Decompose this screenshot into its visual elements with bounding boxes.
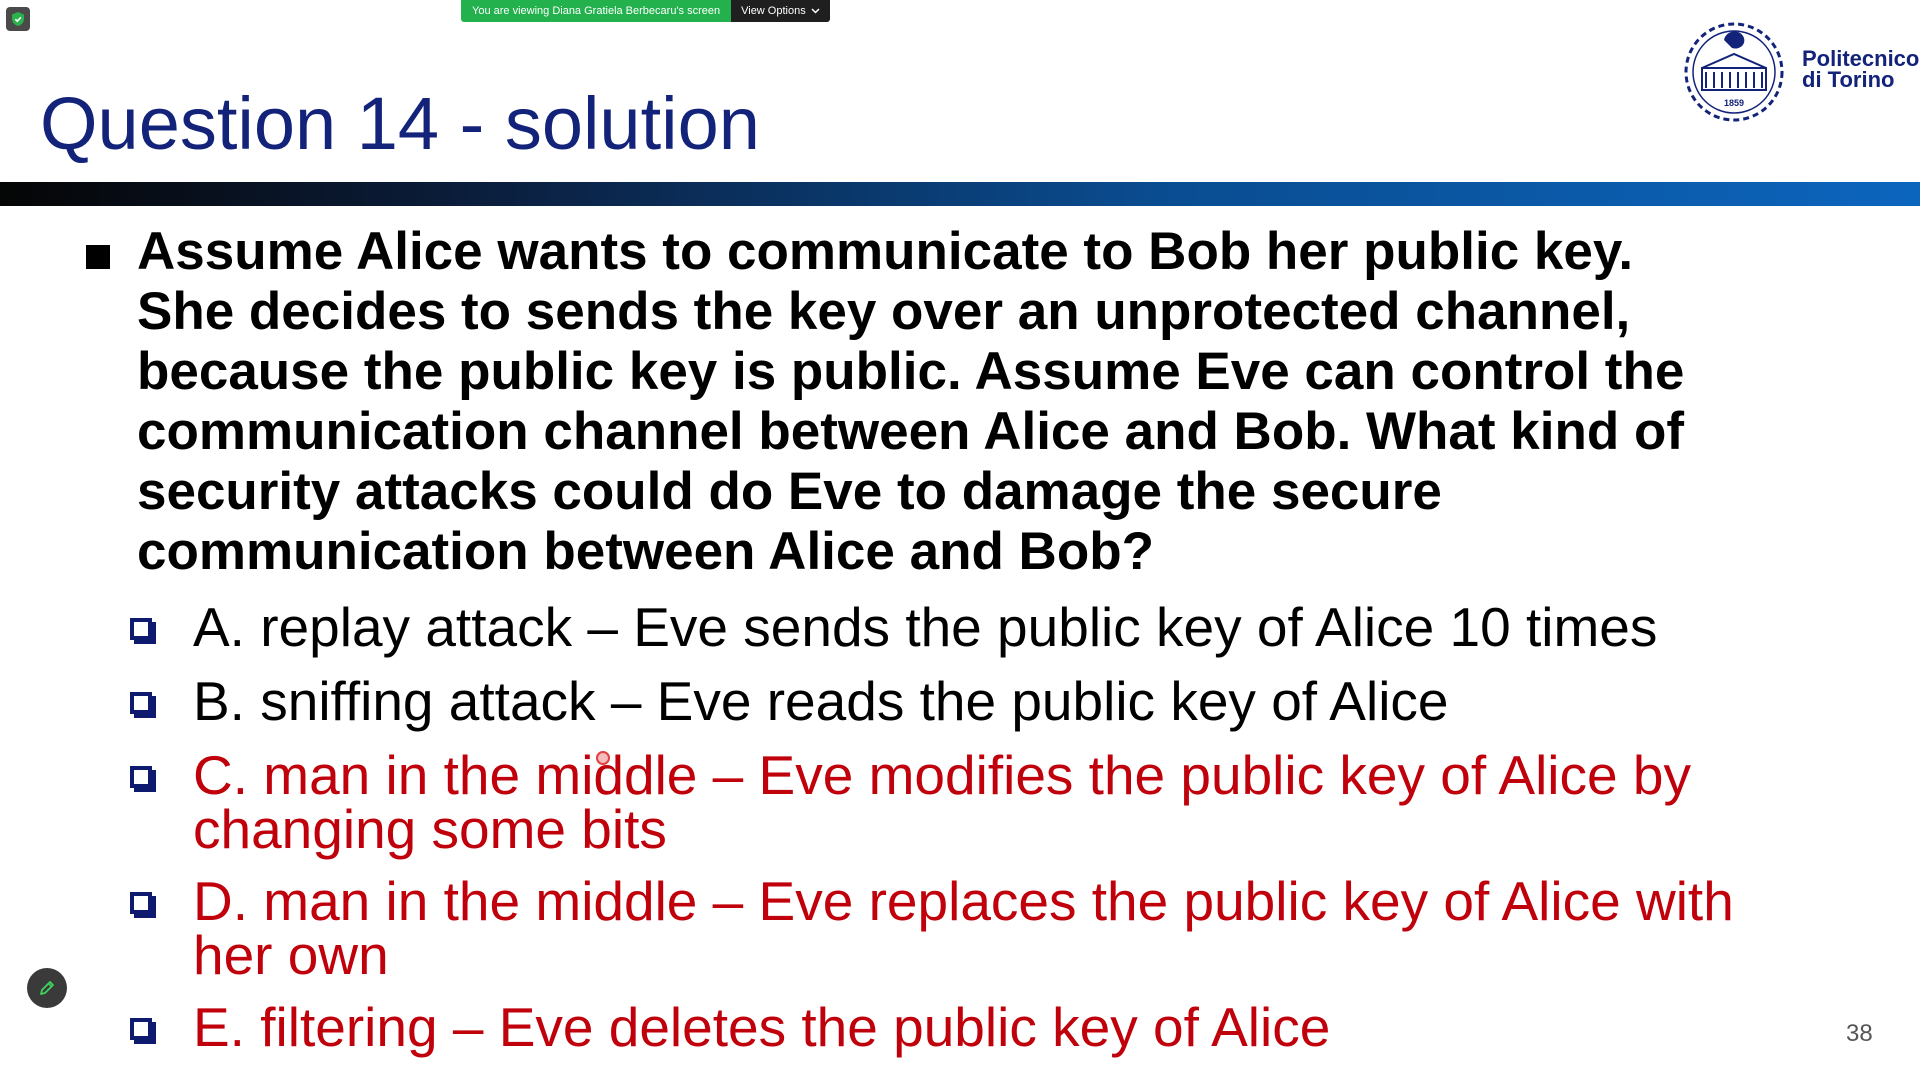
view-options-label: View Options [741, 5, 806, 17]
university-seal-icon: 1859 [1684, 22, 1784, 122]
option-line: D. man in the middle – Eve replaces the … [193, 870, 1734, 932]
option-a-text: A. replay attack – Eve sends the public … [193, 596, 1658, 658]
question-line: communication channel between Alice and … [137, 402, 1684, 461]
question-line: She decides to sends the key over an unp… [137, 282, 1631, 341]
question-line: because the public key is public. Assume… [137, 342, 1685, 401]
logo-line1: Politecnico [1802, 46, 1920, 71]
share-banner-text: You are viewing Diana Gratiela Berbecaru… [461, 0, 732, 22]
option-e-text: E. filtering – Eve deletes the public ke… [193, 996, 1331, 1058]
option-line: her own [193, 924, 389, 986]
slide-page-number: 38 [1846, 1020, 1873, 1047]
option-d-text: D. man in the middle – Eve replaces the … [193, 870, 1734, 986]
checkbox-bullet-icon [130, 1018, 152, 1040]
politecnico-logo: 1859 Politecnico di Torino [1674, 16, 1919, 126]
square-bullet-icon [86, 245, 110, 269]
question-line: security attacks could do Eve to damage … [137, 462, 1442, 521]
option-line: E. filtering – Eve deletes the public ke… [193, 996, 1331, 1058]
shield-check-icon[interactable] [6, 7, 30, 31]
checkbox-bullet-icon [130, 892, 152, 914]
checkbox-bullet-icon [130, 766, 152, 788]
question-line: communication between Alice and Bob? [137, 522, 1154, 581]
slide-title: Question 14 - solution [40, 82, 760, 165]
question-line: Assume Alice wants to communicate to Bob… [137, 222, 1634, 281]
view-options-button[interactable]: View Options [731, 0, 830, 22]
option-line: B. sniffing attack – Eve reads the publi… [193, 670, 1449, 732]
title-divider-bar [0, 182, 1920, 206]
pencil-icon[interactable] [27, 968, 67, 1008]
checkbox-bullet-icon [130, 618, 152, 640]
chevron-down-icon [811, 8, 820, 14]
option-line: changing some bits [193, 798, 667, 860]
checkbox-bullet-icon [130, 692, 152, 714]
option-b-text: B. sniffing attack – Eve reads the publi… [193, 670, 1449, 732]
logo-line2: di Torino [1802, 67, 1895, 92]
laser-pointer-icon [596, 751, 610, 765]
logo-year: 1859 [1724, 98, 1744, 108]
option-line: A. replay attack – Eve sends the public … [193, 596, 1658, 658]
screen-share-banner: You are viewing Diana Gratiela Berbecaru… [461, 0, 830, 22]
option-line: C. man in the middle – Eve modifies the … [193, 744, 1691, 806]
logo-text: Politecnico di Torino [1802, 46, 1920, 92]
question-text: Assume Alice wants to communicate to Bob… [137, 222, 1897, 582]
zoom-screen-share-view: You are viewing Diana Gratiela Berbecaru… [0, 0, 1920, 1080]
option-c-text: C. man in the middle – Eve modifies the … [193, 744, 1691, 860]
